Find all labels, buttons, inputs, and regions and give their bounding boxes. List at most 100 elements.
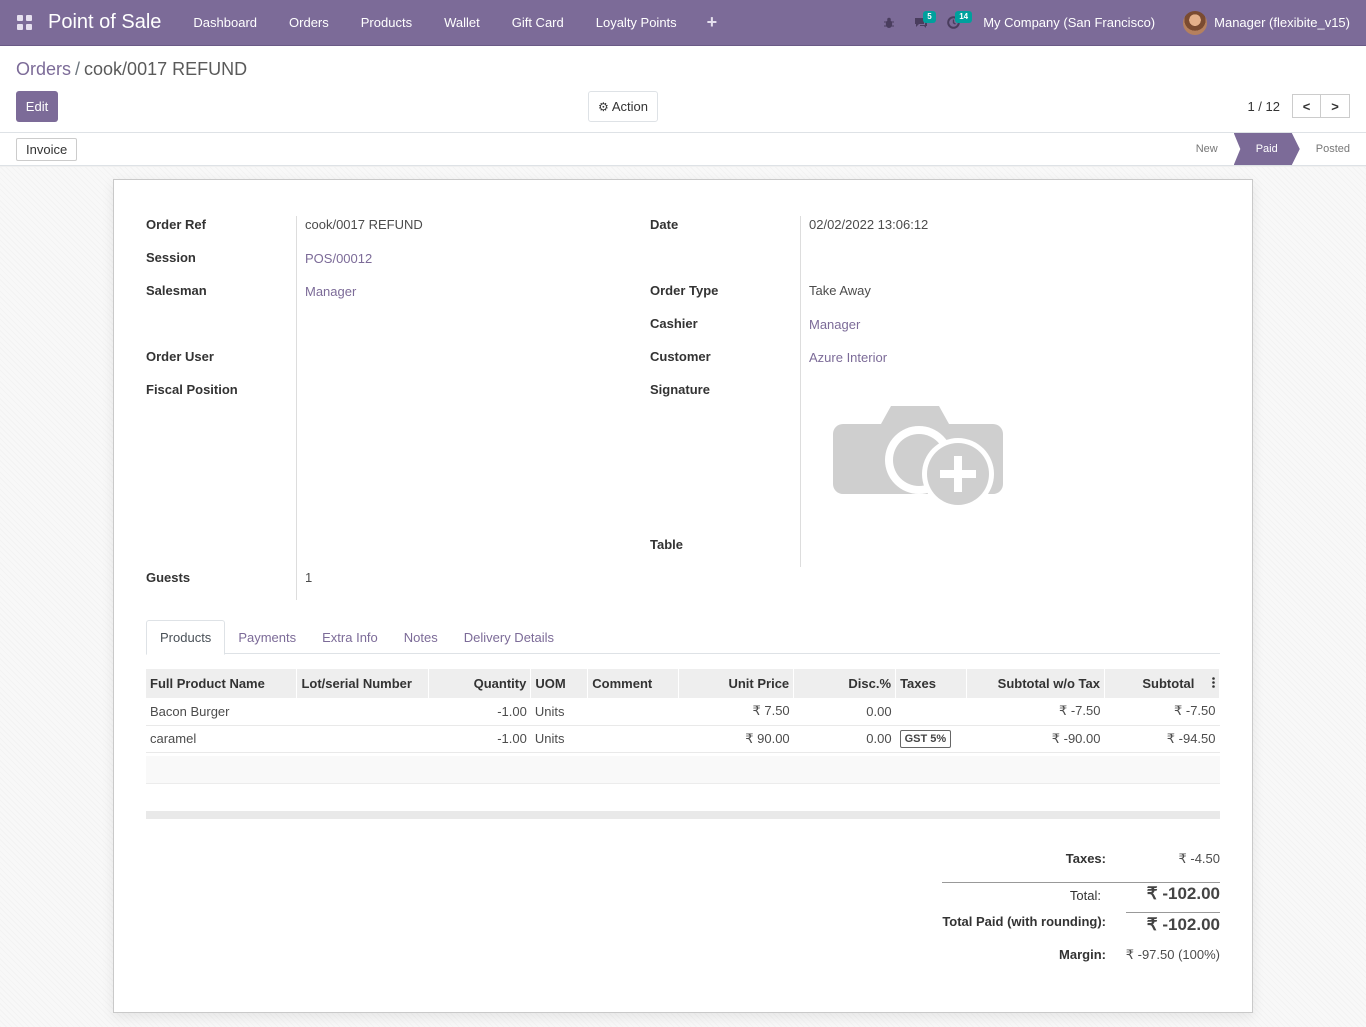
cell-unit-price: ₹ 7.50 xyxy=(678,698,794,726)
empty-table-row xyxy=(146,756,1220,784)
activity-clock-icon[interactable]: 14 xyxy=(937,0,973,46)
tab-delivery-details[interactable]: Delivery Details xyxy=(451,620,567,654)
taxes-label: Taxes: xyxy=(1065,851,1106,866)
cell-quantity: -1.00 xyxy=(428,725,531,753)
column-header[interactable]: Lot/serial Number xyxy=(296,669,430,698)
column-header[interactable]: Disc.% xyxy=(793,669,897,698)
cell-uom: Units xyxy=(530,698,588,726)
stage-paid: Paid xyxy=(1233,133,1300,165)
table-row[interactable]: Bacon Burger -1.00 Units ₹ 7.50 0.00 ₹ -… xyxy=(146,698,1220,726)
column-header-subtotal[interactable]: Subtotal xyxy=(1104,669,1221,698)
table-row[interactable]: caramel -1.00 Units ₹ 90.00 0.00 GST 5% … xyxy=(146,725,1220,753)
signature-camera-add-icon[interactable] xyxy=(833,406,1007,513)
tab-payments[interactable]: Payments xyxy=(225,620,309,654)
form-sheet: Order Ref cook/0017 REFUND Session POS/0… xyxy=(113,179,1253,1013)
stage-posted: Posted xyxy=(1315,143,1350,155)
add-menu-plus-icon[interactable]: + xyxy=(693,12,732,33)
salesman-link[interactable]: Manager xyxy=(305,284,356,299)
column-header-label: Subtotal xyxy=(1142,676,1195,691)
cell-uom: Units xyxy=(530,725,588,753)
cell-unit-price: ₹ 90.00 xyxy=(678,725,794,753)
session-label: Session xyxy=(146,250,196,265)
column-header[interactable]: Subtotal w/o Tax xyxy=(966,669,1105,698)
cell-subtotal: ₹ -7.50 xyxy=(1104,698,1220,726)
guests-value: 1 xyxy=(305,570,313,585)
table-label: Table xyxy=(650,537,683,552)
company-switcher[interactable]: My Company (San Francisco) xyxy=(969,15,1183,30)
cell-product-name: caramel xyxy=(146,725,297,753)
column-header[interactable]: Taxes xyxy=(895,669,968,698)
left-group-divider xyxy=(296,216,297,600)
optional-columns-kebab-icon[interactable] xyxy=(1212,676,1215,691)
menu-wallet[interactable]: Wallet xyxy=(428,0,496,46)
tab-extra-info[interactable]: Extra Info xyxy=(309,620,391,654)
totals-divider xyxy=(942,882,1220,883)
edit-button[interactable]: Edit xyxy=(16,91,58,122)
stage-new: New xyxy=(1195,143,1218,155)
column-header[interactable]: Unit Price xyxy=(678,669,795,698)
session-link[interactable]: POS/00012 xyxy=(305,251,372,266)
total-label: Total: xyxy=(1069,888,1101,903)
chevron-left-icon: < xyxy=(1302,98,1311,114)
right-group-divider xyxy=(800,216,801,567)
messages-chat-icon[interactable]: 5 xyxy=(905,0,937,46)
breadcrumb-orders-link[interactable]: Orders xyxy=(16,59,71,79)
column-header[interactable]: Comment xyxy=(587,669,680,698)
taxes-value: ₹ -4.50 xyxy=(1178,851,1220,866)
signature-label: Signature xyxy=(650,382,710,397)
menu-orders[interactable]: Orders xyxy=(273,0,345,46)
order-user-label: Order User xyxy=(146,349,214,364)
cell-subtotal-wo-tax: ₹ -7.50 xyxy=(966,698,1105,726)
salesman-label: Salesman xyxy=(146,283,207,298)
cashier-link[interactable]: Manager xyxy=(809,317,860,332)
invoice-button[interactable]: Invoice xyxy=(16,138,78,161)
notebook-tabs: Products Payments Extra Info Notes Deliv… xyxy=(146,620,1220,655)
cell-lot xyxy=(296,725,429,753)
menu-loyalty-points[interactable]: Loyalty Points xyxy=(580,0,693,46)
total-paid-value: ₹ -102.00 xyxy=(1146,915,1220,934)
top-navbar: Point of Sale Dashboard Orders Products … xyxy=(0,0,1366,46)
messages-badge: 5 xyxy=(923,10,936,23)
user-menu[interactable]: Manager (flexibite_v15) xyxy=(1214,15,1366,30)
menu-products[interactable]: Products xyxy=(345,0,428,46)
cell-product-name: Bacon Burger xyxy=(146,698,297,726)
customer-link[interactable]: Azure Interior xyxy=(809,350,887,365)
menu-dashboard[interactable]: Dashboard xyxy=(177,0,273,46)
date-label: Date xyxy=(650,217,679,232)
record-pager: 1 / 12 < > xyxy=(1247,94,1350,118)
chevron-right-icon: > xyxy=(1331,98,1339,114)
apps-menu-button[interactable] xyxy=(0,0,48,46)
column-header[interactable]: Quantity xyxy=(428,669,532,698)
tab-products[interactable]: Products xyxy=(146,620,226,655)
cell-subtotal-wo-tax: ₹ -90.00 xyxy=(966,725,1105,753)
pager-previous-button[interactable]: < xyxy=(1292,94,1321,118)
action-button[interactable]: ⚙ Action xyxy=(588,91,658,122)
tab-notes[interactable]: Notes xyxy=(391,620,451,654)
order-ref-value: cook/0017 REFUND xyxy=(305,217,423,232)
guests-label: Guests xyxy=(146,570,191,585)
debug-bug-icon[interactable] xyxy=(873,0,905,46)
fiscal-position-label: Fiscal Position xyxy=(146,382,238,397)
margin-value: ₹ -97.50 (100%) xyxy=(1125,947,1220,962)
pager-value[interactable]: 1 / 12 xyxy=(1247,99,1280,114)
table-header-row: Full Product Name Lot/serial Number Quan… xyxy=(146,669,1221,698)
cell-quantity: -1.00 xyxy=(428,698,531,726)
column-header[interactable]: UOM xyxy=(530,669,589,698)
order-type-value: Take Away xyxy=(809,283,871,298)
breadcrumb-current: cook/0017 REFUND xyxy=(84,59,248,79)
total-paid-divider xyxy=(1126,912,1220,913)
order-type-label: Order Type xyxy=(650,283,719,298)
order-lines-table: Full Product Name Lot/serial Number Quan… xyxy=(146,669,1221,753)
app-brand[interactable]: Point of Sale xyxy=(48,11,161,34)
apps-grid-icon xyxy=(16,15,32,30)
cell-subtotal: ₹ -94.50 xyxy=(1104,725,1220,753)
cell-comment xyxy=(587,698,679,726)
pager-next-button[interactable]: > xyxy=(1321,94,1350,118)
date-value: 02/02/2022 13:06:12 xyxy=(809,217,929,232)
customer-label: Customer xyxy=(650,349,711,364)
total-value: ₹ -102.00 xyxy=(1146,884,1220,903)
table-footer xyxy=(146,811,1220,819)
column-header[interactable]: Full Product Name xyxy=(146,669,298,698)
menu-gift-card[interactable]: Gift Card xyxy=(496,0,580,46)
user-avatar[interactable] xyxy=(1183,10,1208,35)
